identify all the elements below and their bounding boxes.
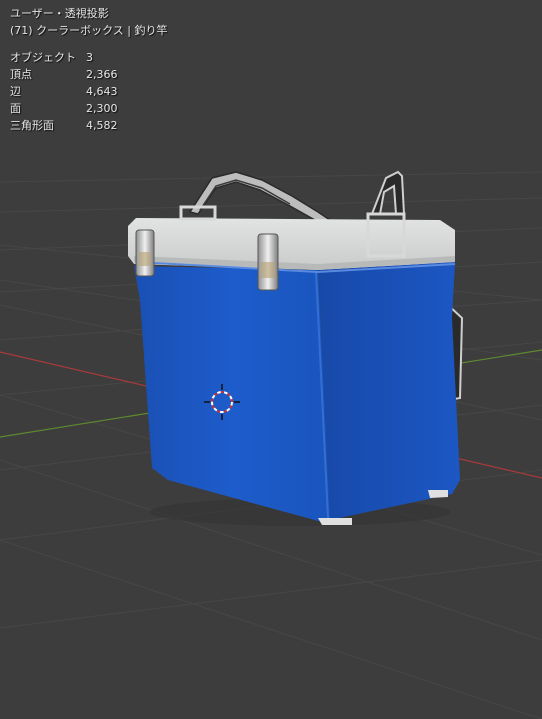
frame-object-label: (71) クーラーボックス | 釣り竿 — [10, 24, 168, 37]
stat-value: 2,300 — [86, 102, 118, 115]
stat-value: 2,366 — [86, 68, 118, 81]
stat-value: 3 — [86, 51, 93, 64]
stat-row-edges: 辺 4,643 — [10, 83, 167, 100]
cooler-box[interactable] — [128, 205, 460, 525]
stat-label: 面 — [10, 102, 21, 115]
stat-row-triangles: 三角形面 4,582 — [10, 117, 167, 134]
stat-value: 4,582 — [86, 119, 118, 132]
stat-row-faces: 面 2,300 — [10, 100, 167, 117]
stat-label: 辺 — [10, 85, 21, 98]
3d-viewport[interactable]: ユーザー・透視投影 (71) クーラーボックス | 釣り竿 オブジェクト 3 頂… — [0, 0, 542, 719]
view-mode-label: ユーザー・透視投影 — [10, 7, 109, 20]
stat-value: 4,643 — [86, 85, 118, 98]
cooler-strap — [188, 171, 332, 225]
viewport-text-info: ユーザー・透視投影 (71) クーラーボックス | 釣り竿 オブジェクト 3 頂… — [10, 5, 167, 134]
stat-label: 頂点 — [10, 68, 32, 81]
stat-row-vertices: 頂点 2,366 — [10, 66, 167, 83]
scene-statistics: オブジェクト 3 頂点 2,366 辺 4,643 面 2,300 三角形面 4… — [10, 49, 167, 134]
stat-label: 三角形面 — [10, 119, 54, 132]
stat-label: オブジェクト — [10, 51, 76, 64]
stat-row-objects: オブジェクト 3 — [10, 49, 167, 66]
